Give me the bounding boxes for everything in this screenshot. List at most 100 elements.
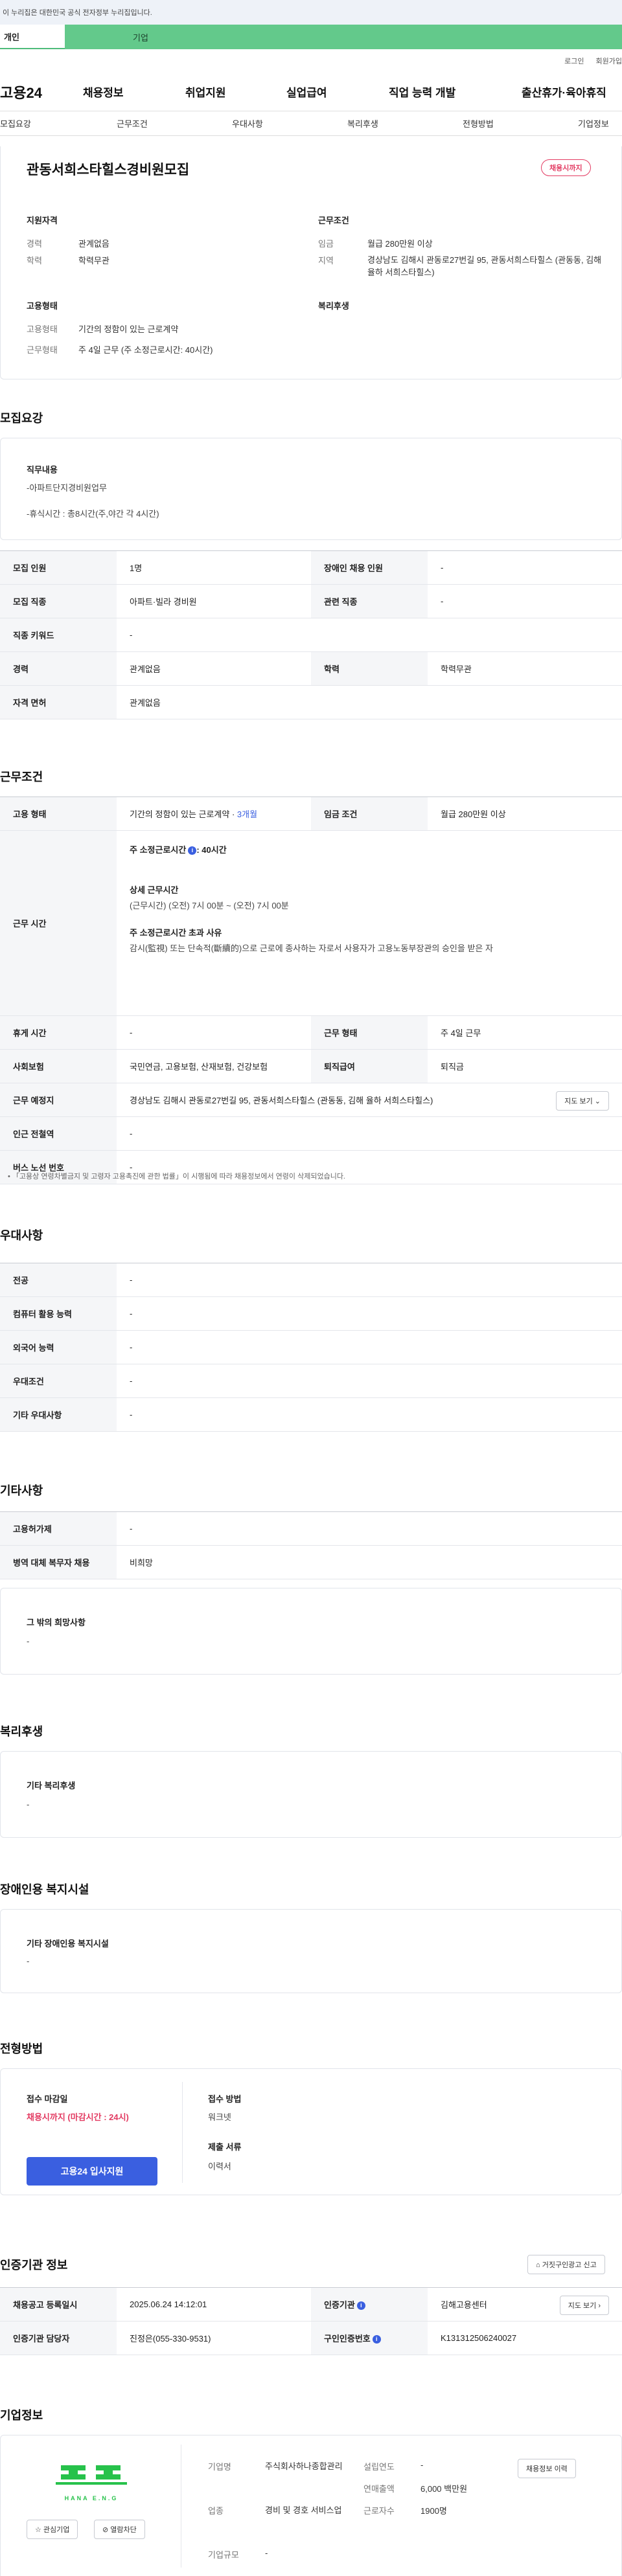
table-row: 컴퓨터 활용 능력 - bbox=[0, 1296, 622, 1331]
hours-week-line: 주 소정근로시간 i: 40시간 bbox=[130, 844, 609, 857]
company-field-value: - bbox=[420, 2460, 424, 2470]
info-icon[interactable]: i bbox=[372, 2335, 381, 2344]
info-icon[interactable]: i bbox=[356, 2301, 365, 2310]
disabled-box: 기타 장애인용 복지시설 - bbox=[0, 1909, 622, 1993]
company-box: HANA E.N.G ☆ 관심기업 ⊘ 열람차단 기업명 주식회사하나종합관리 … bbox=[0, 2435, 622, 2576]
emp-value: 주 4일 근무 (주 소정근로시간: 40시간) bbox=[78, 345, 213, 355]
cell-value: 월급 280만원 이상 bbox=[428, 797, 622, 831]
method-heading: 접수 방법 bbox=[208, 2094, 242, 2104]
method-value: 워크넷 bbox=[208, 2112, 231, 2122]
other-heading: 그 밖의 희망사항 bbox=[27, 1618, 86, 1627]
agency-heading: 인증기관 정보 bbox=[0, 2259, 68, 2272]
chevron-right-icon: › bbox=[598, 2302, 601, 2310]
emp-period: 3개월 bbox=[236, 809, 258, 819]
tab-personal[interactable]: 개인 bbox=[0, 25, 65, 49]
login-link[interactable]: 로그인 bbox=[564, 56, 584, 66]
cell-value: 비희망 bbox=[117, 1545, 622, 1579]
table-row: 모집 인원 1명 장애인 채용 인원 - bbox=[0, 550, 622, 585]
site-logo[interactable]: 고용24 bbox=[0, 82, 83, 102]
company-field-value: - bbox=[265, 2548, 268, 2558]
cell-value: 국민연금, 고용보험, 산재보험, 건강보험 bbox=[117, 1049, 311, 1083]
cond-value: 경상남도 김해시 관동로27번길 95, 관동서희스타힐스 (관동동, 김해 율… bbox=[367, 255, 602, 277]
job-history-button[interactable]: 채용정보 이력 bbox=[518, 2459, 576, 2478]
cell-value: 진정은(055-330-9531) bbox=[117, 2321, 311, 2355]
duty-heading: 직무내용 bbox=[27, 465, 58, 475]
agency-map-button[interactable]: 지도 보기 › bbox=[559, 2296, 609, 2315]
signup-link[interactable]: 회원가입 bbox=[596, 56, 622, 66]
deadline-badge: 채용시까지 bbox=[541, 159, 591, 176]
cell-value: 2025.06.24 14:12:01 bbox=[117, 2287, 311, 2322]
cell-value: 1명 bbox=[117, 550, 311, 585]
emp-type-text: 기간의 정함이 있는 근로계약 · bbox=[130, 809, 237, 819]
company-field-value: 1900명 bbox=[420, 2506, 447, 2516]
table-row: 사회보험 국민연금, 고용보험, 산재보험, 건강보험 퇴직급여 퇴직금 bbox=[0, 1049, 622, 1083]
cell-label: 병역 대체 복무자 채용 bbox=[0, 1545, 117, 1579]
map-button[interactable]: 지도 보기 ⌄ bbox=[556, 1091, 609, 1111]
gnb-item-employment-support[interactable]: 취업지원 bbox=[185, 84, 286, 100]
block-label: 열람차단 bbox=[110, 2526, 137, 2534]
table-row: 고용 형태 기간의 정함이 있는 근로계약 · 3개월 임금 조건 월급 280… bbox=[0, 797, 622, 831]
tab-work[interactable]: 근무조건 bbox=[117, 117, 232, 130]
info-icon[interactable]: i bbox=[188, 846, 197, 855]
qual-heading: 지원자격 bbox=[27, 216, 58, 225]
company-field-label: 설립연도 bbox=[363, 2462, 395, 2472]
tab-company[interactable]: 기업 bbox=[65, 25, 622, 49]
company-logo: HANA E.N.G bbox=[27, 2456, 156, 2508]
cell-label: 전공 bbox=[0, 1263, 117, 1297]
cell-value: - bbox=[428, 584, 622, 618]
tab-process[interactable]: 전형방법 bbox=[463, 117, 578, 130]
table-row: 우대조건 - bbox=[0, 1364, 622, 1398]
location-cell: 경상남도 김해시 관동로27번길 95, 관동서희스타힐스 (관동동, 김해 율… bbox=[117, 1083, 622, 1117]
cell-value: - bbox=[428, 550, 622, 585]
tab-pref[interactable]: 우대사항 bbox=[232, 117, 347, 130]
welfare-box-value: - bbox=[27, 1800, 30, 1809]
gnb-item-leave[interactable]: 출산휴가·육아휴직 bbox=[522, 84, 606, 100]
global-nav: 고용24 채용정보 취업지원 실업급여 직업 능력 개발 출산휴가·육아휴직 bbox=[0, 73, 622, 111]
gnb-item-jobs[interactable]: 채용정보 bbox=[83, 84, 185, 100]
duty-line: -휴식시간 : 총8시간(주,야간 각 4시간) bbox=[27, 509, 159, 519]
table-row: 인근 전철역 - bbox=[0, 1116, 622, 1151]
table-row: 외국어 능력 - bbox=[0, 1330, 622, 1364]
cell-label: 컴퓨터 활용 능력 bbox=[0, 1296, 117, 1331]
qual-value: 학력무관 bbox=[78, 256, 109, 266]
table-row: 근무 시간 주 소정근로시간 i: 40시간 상세 근무시간 (근무시간) (오전… bbox=[0, 830, 622, 1016]
gnb-item-training[interactable]: 직업 능력 개발 bbox=[389, 84, 522, 100]
welfare-box: 기타 복리후생 - bbox=[0, 1751, 622, 1838]
cell-label: 자격 면허 bbox=[0, 685, 117, 719]
company-field-label: 근로자수 bbox=[363, 2506, 395, 2516]
bullet-icon: • bbox=[8, 1173, 12, 1181]
cell-value: 관계없음 bbox=[117, 685, 622, 719]
qual-label: 경력 bbox=[27, 239, 42, 249]
tab-recruit[interactable]: 모집요강 bbox=[0, 117, 117, 130]
report-button[interactable]: ⌂ 거짓구인광고 신고 bbox=[527, 2255, 605, 2274]
cell-label: 고용 형태 bbox=[0, 797, 117, 831]
emp-value: 기간의 정함이 있는 근로계약 bbox=[78, 324, 179, 334]
favorite-company-button[interactable]: ☆ 관심기업 bbox=[27, 2520, 78, 2539]
footnote-text: 「고용상 연령차별금지 및 고령자 고용촉진에 관한 법률」이 시행됨에 따라 … bbox=[12, 1173, 345, 1181]
tab-welfare[interactable]: 복리후생 bbox=[347, 117, 463, 130]
table-row: 근무 예정지 경상남도 김해시 관동로27번길 95, 관동서희스타힐스 (관동… bbox=[0, 1083, 622, 1117]
table-row: 병역 대체 복무자 채용 비희망 bbox=[0, 1545, 622, 1579]
age-footnote: • 「고용상 연령차별금지 및 고령자 고용촉진에 관한 법률」이 시행됨에 따… bbox=[8, 1171, 345, 1181]
overtime-value: 감시(監視) 또는 단속적(斷續的)으로 근로에 종사하는 자로서 사용자가 고… bbox=[130, 943, 493, 953]
etc-table: 고용허가제 - 병역 대체 복무자 채용 비희망 bbox=[0, 1511, 622, 1579]
job-title: 관동서희스타힐스경비원모집 bbox=[27, 163, 190, 177]
gnb-item-unemployment[interactable]: 실업급여 bbox=[286, 84, 389, 100]
recruit-heading: 모집요강 bbox=[0, 412, 43, 425]
emp-heading: 고용형태 bbox=[27, 301, 58, 311]
tab-company[interactable]: 기업정보 bbox=[578, 117, 609, 130]
anchor-tabs: 모집요강 근무조건 우대사항 복리후생 전형방법 기업정보 bbox=[0, 111, 622, 136]
cell-value: - bbox=[117, 1330, 622, 1364]
duty-box: 직무내용 -아파트단지경비원업무 -휴식시간 : 총8시간(주,야간 각 4시간… bbox=[0, 438, 622, 540]
block-company-button[interactable]: ⊘ 열람차단 bbox=[94, 2520, 145, 2539]
apply-button[interactable]: 고용24 입사지원 bbox=[27, 2157, 157, 2186]
cell-value: 학력무관 bbox=[428, 651, 622, 686]
utility-links: 로그인 회원가입 bbox=[0, 49, 622, 73]
hours-week-value: : 40시간 bbox=[196, 845, 227, 855]
cell-value: - bbox=[117, 1511, 622, 1546]
cell-label: 인증기관 담당자 bbox=[0, 2321, 117, 2355]
gov-notice: 이 누리집은 대한민국 공식 전자정부 누리집입니다. bbox=[3, 9, 152, 17]
disabled-box-value: - bbox=[27, 1956, 30, 1966]
table-row: 고용허가제 - bbox=[0, 1511, 622, 1546]
cell-label: 모집 직종 bbox=[0, 584, 117, 618]
